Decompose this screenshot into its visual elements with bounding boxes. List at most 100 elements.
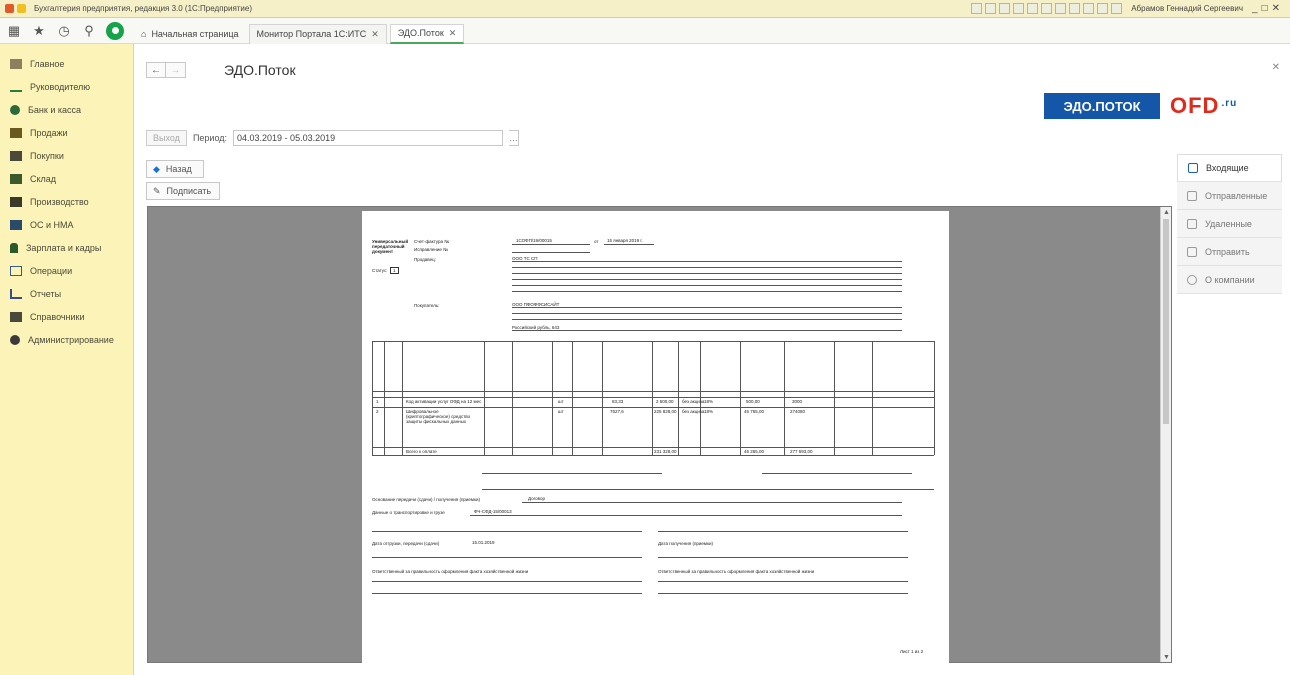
sidebar-item-label: Руководителю (30, 81, 91, 92)
forward-arrow-icon[interactable]: → (166, 62, 186, 78)
tab-edo-potok[interactable]: ЭДО.Поток ✕ (389, 23, 465, 44)
divider (512, 307, 902, 308)
divider (372, 593, 642, 594)
divider (658, 593, 908, 594)
document-viewer[interactable]: Универсальный передаточный документ Счет… (147, 206, 1172, 663)
top-toolbar: ▦ ★ ◷ ⚲ ⌂ Начальная страница Монитор Пор… (0, 18, 1290, 44)
close-icon[interactable]: ✕ (371, 29, 379, 40)
sidebar-item-reports[interactable]: Отчеты (0, 282, 133, 305)
sidebar-item-label: Главное (30, 58, 65, 69)
menu-icon (10, 58, 22, 69)
tool-icon[interactable] (1041, 3, 1053, 14)
table-border (700, 341, 701, 455)
divider (512, 291, 902, 292)
period-input[interactable]: 04.03.2019 - 05.03.2019 (233, 130, 504, 146)
divider (658, 531, 908, 532)
bag-icon (10, 127, 22, 138)
inbox-icon (1188, 163, 1198, 173)
table-border (572, 341, 573, 455)
scroll-down-icon[interactable]: ▼ (1161, 652, 1172, 662)
table-border (512, 341, 513, 455)
divider (512, 313, 902, 314)
scroll-thumb[interactable] (1163, 219, 1169, 424)
outbox-button[interactable]: Отправленные (1177, 182, 1282, 210)
sign-button[interactable]: ✎ Подписать (146, 182, 220, 200)
sidebar-item-sales[interactable]: Продажи (0, 121, 133, 144)
transport-label: Данные о транспортировке и грузе (372, 510, 445, 515)
table-border (652, 341, 653, 455)
home-icon[interactable] (106, 21, 124, 40)
search-icon[interactable]: ⚲ (78, 20, 100, 42)
menu-dropdown-icon[interactable] (17, 4, 26, 13)
sidebar-item-operations[interactable]: Операции (0, 259, 133, 282)
tool-icon[interactable] (1055, 3, 1067, 14)
sidebar-item-label: Администрирование (28, 334, 114, 345)
table-border (384, 341, 385, 455)
table-border (484, 341, 485, 455)
about-company-button[interactable]: О компании (1177, 266, 1282, 294)
trash-button[interactable]: Удаленные (1177, 210, 1282, 238)
back-arrow-icon[interactable]: ← (146, 62, 166, 78)
tool-icon[interactable] (985, 3, 997, 14)
star-icon[interactable]: ★ (28, 20, 50, 42)
sidebar-item-label: Отчеты (30, 288, 62, 299)
sidebar-item-label: Продажи (30, 127, 68, 138)
sidebar-item-assets[interactable]: ОС и НМА (0, 213, 133, 236)
tool-icon[interactable] (1083, 3, 1095, 14)
ofd-suffix: .ru (1221, 97, 1238, 109)
window-controls[interactable]: _□✕ (1252, 3, 1284, 14)
tab-label: Монитор Портала 1С:ИТС (256, 29, 367, 39)
total-vat: 46 265,00 (744, 449, 765, 454)
send-button[interactable]: Отправить (1177, 238, 1282, 266)
tool-icon[interactable] (1027, 3, 1039, 14)
sidebar-item-label: Банк и касса (28, 104, 81, 115)
warehouse-icon (10, 173, 22, 184)
report-icon (10, 288, 22, 299)
close-icon[interactable]: ✕ (449, 28, 457, 39)
tool-icon[interactable] (999, 3, 1011, 14)
inbox-button[interactable]: Входящие (1177, 154, 1282, 182)
main-content: ← → ЭДО.Поток ✕ ЭДО.ПОТОК OFD .ru Выход П… (134, 44, 1290, 675)
tool-icon[interactable] (1069, 3, 1081, 14)
buyer-label: Покупатель: (414, 303, 440, 308)
sidebar-item-purchases[interactable]: Покупки (0, 144, 133, 167)
scroll-up-icon[interactable]: ▲ (1161, 207, 1172, 217)
exit-button[interactable]: Выход (146, 130, 187, 146)
trash-label: Удаленные (1205, 218, 1252, 229)
sidebar-item-bank[interactable]: Банк и касса (0, 98, 133, 121)
home-tab-icon: ⌂ (141, 28, 147, 39)
divider (658, 581, 908, 582)
sidebar-item-director[interactable]: Руководителю (0, 75, 133, 98)
status-label: Статус: (372, 268, 388, 273)
tool-icon[interactable] (1111, 3, 1123, 14)
sidebar-item-references[interactable]: Справочники (0, 305, 133, 328)
back-button[interactable]: ◆ Назад (146, 160, 204, 178)
pen-icon: ✎ (153, 185, 161, 196)
sidebar-item-warehouse[interactable]: Склад (0, 167, 133, 190)
close-icon[interactable]: ✕ (1272, 62, 1280, 73)
about-label: О компании (1205, 274, 1255, 285)
sidebar-item-production[interactable]: Производство (0, 190, 133, 213)
sidebar-item-label: Справочники (30, 311, 85, 322)
tab-its-monitor[interactable]: Монитор Портала 1С:ИТС ✕ (248, 23, 387, 44)
trash-icon (1187, 218, 1197, 229)
divider (512, 330, 902, 331)
sidebar-item-salary[interactable]: Зарплата и кадры (0, 236, 133, 259)
table-border (372, 455, 934, 456)
history-icon[interactable]: ◷ (53, 20, 75, 42)
tab-home[interactable]: ⌂ Начальная страница (134, 24, 246, 44)
divider (470, 515, 902, 516)
tool-icon[interactable] (1013, 3, 1025, 14)
tool-icon[interactable] (971, 3, 983, 14)
user-name[interactable]: Абрамов Геннадий Сергеевич (1131, 4, 1243, 13)
viewer-scrollbar[interactable]: ▲ ▼ (1160, 207, 1171, 662)
table-border (372, 391, 934, 392)
basis-value: Договор (528, 496, 545, 501)
inbox-label: Входящие (1206, 163, 1249, 173)
apps-grid-icon[interactable]: ▦ (3, 20, 25, 42)
sidebar-item-admin[interactable]: Администрирование (0, 328, 133, 351)
period-picker-button[interactable]: … (509, 130, 520, 146)
tool-icon[interactable] (1097, 3, 1109, 14)
sidebar-item-main[interactable]: Главное (0, 52, 133, 75)
correction-label: Исправление № (414, 247, 448, 252)
